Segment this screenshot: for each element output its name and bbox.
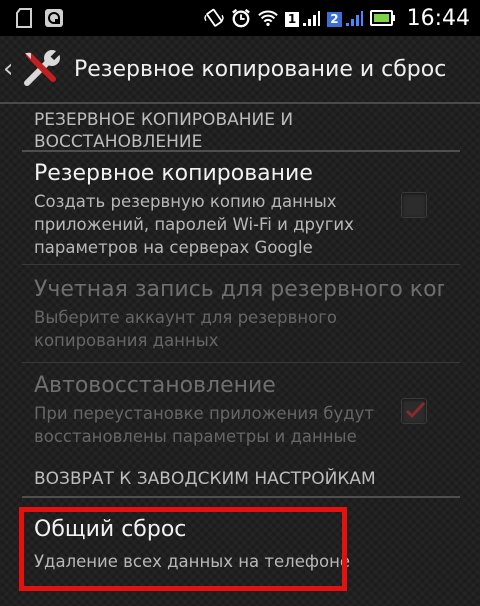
summary-line: приложений, паролей Wi-Fi и других bbox=[34, 215, 354, 234]
sim1-badge: 1 bbox=[284, 12, 300, 27]
section-header-line: РЕЗЕРВНОЕ КОПИРОВАНИЕ И bbox=[34, 110, 294, 130]
backup-checkbox[interactable] bbox=[401, 192, 427, 218]
auto-restore-summary: При переустановке приложения будут восст… bbox=[34, 402, 444, 448]
back-chevron-icon[interactable]: ‹ bbox=[3, 54, 15, 84]
summary-line: восстановлены параметры и данные bbox=[34, 427, 357, 446]
section-divider bbox=[22, 496, 460, 498]
list-divider bbox=[22, 264, 460, 265]
alarm-icon bbox=[231, 8, 251, 28]
section-divider bbox=[22, 150, 460, 152]
backup-account-summary: Выберите аккаунт для резервного копирова… bbox=[34, 306, 444, 352]
summary-line: копирования данных bbox=[34, 331, 219, 350]
sd-card-icon bbox=[14, 8, 34, 28]
page-title: Резервное копирование и сброс bbox=[74, 56, 447, 82]
summary-line: параметров на серверах Google bbox=[34, 238, 313, 257]
checkmark-icon bbox=[405, 401, 426, 419]
backup-account-setting: Учетная запись для резервного копи Выбер… bbox=[34, 276, 444, 352]
clock: 16:44 bbox=[406, 5, 470, 31]
action-bar[interactable]: ‹ Резервное копирование и сброс bbox=[0, 36, 480, 102]
section-header-backup: РЕЗЕРВНОЕ КОПИРОВАНИЕ И ВОССТАНОВЛЕНИЕ bbox=[34, 109, 293, 153]
wifi-icon bbox=[258, 8, 278, 28]
backup-account-title: Учетная запись для резервного копи bbox=[34, 277, 444, 302]
summary-line: Выберите аккаунт для резервного bbox=[34, 308, 337, 327]
status-bar: 1 2 16:44 bbox=[0, 0, 480, 36]
vibrate-icon bbox=[204, 8, 224, 28]
highlight-box bbox=[19, 507, 347, 591]
backup-title: Резервное копирование bbox=[34, 161, 313, 186]
sim2-badge: 2 bbox=[327, 12, 342, 27]
summary-line: При переустановке приложения будут bbox=[34, 404, 374, 423]
auto-restore-title: Автовосстановление bbox=[34, 373, 276, 398]
auto-restore-checkbox bbox=[401, 398, 427, 424]
app-notification-icon bbox=[44, 8, 64, 28]
summary-line: Создать резервную копию данных bbox=[34, 192, 337, 211]
signal-icon bbox=[303, 11, 321, 26]
battery-icon bbox=[369, 8, 396, 28]
signal-icon-sim2 bbox=[345, 11, 363, 26]
section-header-reset: ВОЗВРАТ К ЗАВОДСКИМ НАСТРОЙКАМ bbox=[34, 469, 376, 489]
backup-summary: Создать резервную копию данных приложени… bbox=[34, 190, 444, 259]
auto-restore-setting: Автовосстановление При переустановке при… bbox=[34, 372, 444, 448]
settings-tools-icon bbox=[19, 47, 63, 91]
action-bar-divider bbox=[0, 102, 480, 104]
list-divider bbox=[22, 362, 460, 363]
backup-setting[interactable]: Резервное копирование Создать резервную … bbox=[34, 160, 444, 259]
